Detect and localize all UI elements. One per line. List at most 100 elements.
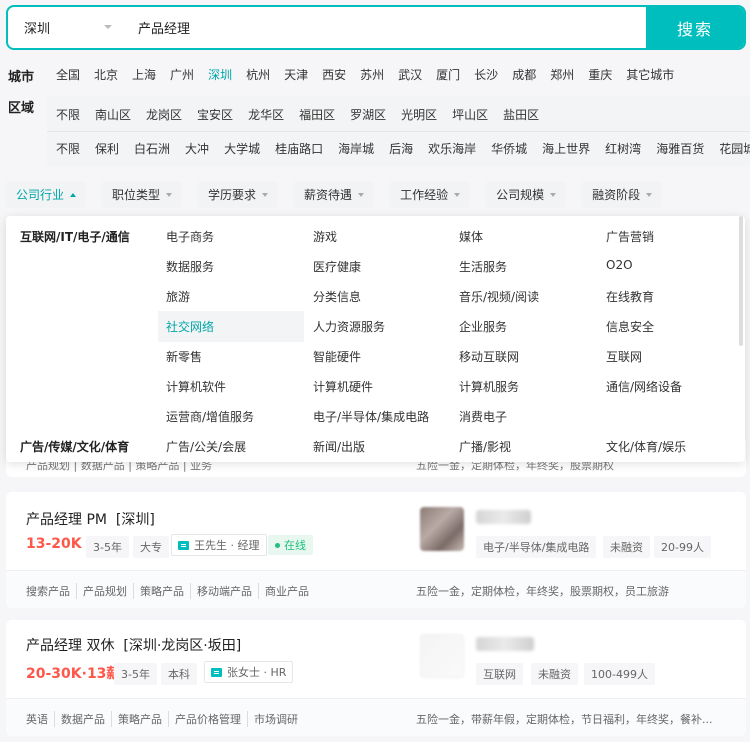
district-option[interactable]: 光明区 (401, 106, 437, 123)
city-option[interactable]: 重庆 (588, 66, 612, 83)
city-option[interactable]: 深圳 (208, 66, 232, 83)
city-option[interactable]: 郑州 (550, 66, 574, 83)
filter-dropdown[interactable]: 融资阶段 (582, 181, 663, 208)
city-option[interactable]: 上海 (132, 66, 156, 83)
industry-option[interactable]: 广播/影视 (459, 438, 511, 455)
district-option[interactable]: 不限 (56, 140, 80, 157)
city-option[interactable]: 武汉 (398, 66, 422, 83)
industry-option[interactable]: 企业服务 (459, 318, 507, 335)
filter-dropdowns: 公司行业 职位类型 学历要求 薪资待遇 工作经验 公司规模 融资阶段 (6, 181, 663, 208)
district-option[interactable]: 保利 (95, 140, 119, 157)
city-select[interactable]: 深圳 (8, 7, 118, 48)
recruiter-info[interactable]: 王先生 · 经理 (171, 534, 267, 556)
industry-category: 互联网/IT/电子/通信 (20, 230, 130, 244)
city-option[interactable]: 长沙 (474, 66, 498, 83)
industry-option[interactable]: 信息安全 (606, 318, 654, 335)
city-option[interactable]: 苏州 (360, 66, 384, 83)
district-option[interactable]: 红树湾 (605, 140, 641, 157)
district-option[interactable]: 不限 (56, 106, 80, 123)
recruiter-info[interactable]: 张女士 · HR (204, 661, 294, 683)
filter-dropdown[interactable]: 公司行业 (6, 181, 87, 208)
city-option[interactable]: 广州 (170, 66, 194, 83)
industry-option[interactable]: 数据服务 (166, 258, 214, 275)
industry-option[interactable]: 分类信息 (313, 288, 361, 305)
company-logo[interactable] (420, 634, 464, 678)
district-option[interactable]: 海岸城 (338, 140, 374, 157)
industry-option[interactable]: 广告营销 (606, 228, 654, 245)
industry-option[interactable]: 运营商/增值服务 (166, 408, 254, 425)
district-option[interactable]: 龙华区 (248, 106, 284, 123)
district-option[interactable]: 华侨城 (491, 140, 527, 157)
district-option[interactable]: 坪山区 (452, 106, 488, 123)
city-option[interactable]: 其它城市 (626, 66, 674, 83)
filter-dropdown[interactable]: 工作经验 (390, 181, 471, 208)
city-option[interactable]: 杭州 (246, 66, 270, 83)
industry-option[interactable]: 新闻/出版 (313, 438, 365, 455)
city-option[interactable]: 西安 (322, 66, 346, 83)
district-option[interactable]: 宝安区 (197, 106, 233, 123)
industry-option[interactable]: 消费电子 (459, 408, 507, 425)
industry-option[interactable]: 计算机硬件 (313, 378, 373, 395)
filter-dropdown[interactable]: 薪资待遇 (294, 181, 375, 208)
job-title[interactable]: 产品经理 PM [深圳] (26, 509, 155, 529)
industry-option[interactable]: 计算机软件 (166, 378, 226, 395)
industry-option[interactable]: 旅游 (166, 288, 190, 305)
company-logo[interactable] (420, 507, 464, 551)
industry-option[interactable]: 电子商务 (166, 228, 214, 245)
industry-option[interactable]: O2O (606, 258, 633, 272)
industry-option[interactable]: 社交网络 (158, 311, 304, 342)
job-salary: 13-20K (26, 536, 82, 552)
district-option[interactable]: 大学城 (224, 140, 260, 157)
scrollbar[interactable] (739, 216, 743, 346)
district-option[interactable]: 欢乐海岸 (428, 140, 476, 157)
industry-option[interactable]: 通信/网络设备 (606, 378, 682, 395)
filter-dropdown[interactable]: 学历要求 (198, 181, 279, 208)
industry-option[interactable]: 智能硬件 (313, 348, 361, 365)
industry-option[interactable]: 新零售 (166, 348, 202, 365)
district-option[interactable]: 罗湖区 (350, 106, 386, 123)
company-name[interactable] (476, 637, 534, 651)
district-option[interactable]: 福田区 (299, 106, 335, 123)
industry-option[interactable]: 移动互联网 (459, 348, 519, 365)
industry-option[interactable]: 游戏 (313, 228, 337, 245)
district-option[interactable]: 南山区 (95, 106, 131, 123)
search-button[interactable]: 搜索 (646, 7, 744, 48)
search-input[interactable] (118, 7, 646, 48)
district-option[interactable]: 后海 (389, 140, 413, 157)
industry-option[interactable]: 计算机服务 (459, 378, 519, 395)
industry-option[interactable]: 文化/体育/娱乐 (606, 438, 686, 455)
filter-dropdown[interactable]: 公司规模 (486, 181, 567, 208)
district-option[interactable]: 白石洲 (134, 140, 170, 157)
company-name[interactable] (476, 510, 531, 524)
industry-option[interactable]: 生活服务 (459, 258, 507, 275)
industry-option[interactable]: 互联网 (606, 348, 642, 365)
chevron-down-icon (104, 25, 112, 29)
job-title[interactable]: 产品经理 双休 [深圳·龙岗区·坂田] (26, 635, 241, 655)
industry-option[interactable]: 媒体 (459, 228, 483, 245)
city-option[interactable]: 厦门 (436, 66, 460, 83)
industry-option[interactable]: 人力资源服务 (313, 318, 385, 335)
district-option[interactable]: 花园城 (719, 140, 750, 157)
chevron-down-icon (646, 192, 653, 197)
job-card[interactable]: 产品经理 PM [深圳] 13-20K 3-5年 大专 王先生 · 经理 在线 … (6, 492, 746, 608)
district-option[interactable]: 盐田区 (503, 106, 539, 123)
city-option[interactable]: 北京 (94, 66, 118, 83)
industry-option[interactable]: 在线教育 (606, 288, 654, 305)
city-option[interactable]: 成都 (512, 66, 536, 83)
district-option[interactable]: 龙岗区 (146, 106, 182, 123)
industry-option[interactable]: 音乐/视频/阅读 (459, 288, 539, 305)
industry-option[interactable]: 医疗健康 (313, 258, 361, 275)
district-option[interactable]: 海雅百货 (656, 140, 704, 157)
industry-option[interactable]: 广告/公关/会展 (166, 438, 246, 455)
city-option[interactable]: 天津 (284, 66, 308, 83)
job-card-footer: 英语 数据产品 策略产品 产品价格管理 市场调研 五险一金，带薪年假，定期体检，节日福利… (6, 698, 746, 736)
industry-option[interactable]: 电子/半导体/集成电路 (313, 408, 429, 425)
filter-dropdown-label: 薪资待遇 (304, 188, 353, 202)
industry-dropdown-panel: 互联网/IT/电子/通信 广告/传媒/文化/体育 电子商务 数据服务 旅游 社交网络新… (6, 216, 745, 462)
district-option[interactable]: 海上世界 (542, 140, 590, 157)
district-option[interactable]: 大冲 (185, 140, 209, 157)
city-option[interactable]: 全国 (56, 66, 80, 83)
job-card[interactable]: 产品经理 双休 [深圳·龙岗区·坂田] 20-30K·13薪 3-5年 本科 张… (6, 620, 746, 736)
filter-dropdown[interactable]: 职位类型 (102, 181, 183, 208)
district-option[interactable]: 桂庙路口 (275, 140, 323, 157)
